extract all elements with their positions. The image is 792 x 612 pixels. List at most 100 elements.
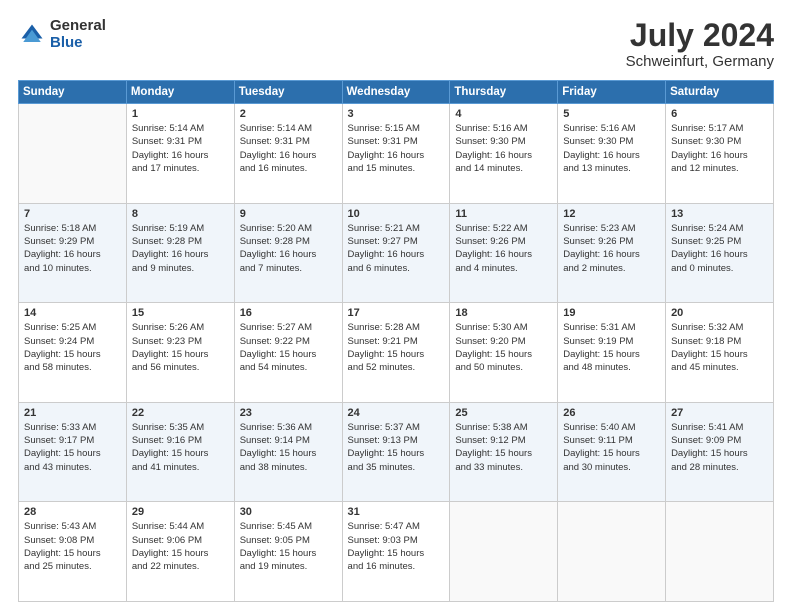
calendar-cell: 14 Sunrise: 5:25 AM Sunset: 9:24 PM Dayli… <box>19 303 127 403</box>
day-number: 22 <box>132 407 229 419</box>
calendar-cell: 23 Sunrise: 5:36 AM Sunset: 9:14 PM Dayli… <box>234 402 342 502</box>
weekday-header: Sunday <box>19 81 127 104</box>
calendar-cell: 1 Sunrise: 5:14 AM Sunset: 9:31 PM Daylig… <box>126 104 234 204</box>
calendar-cell: 2 Sunrise: 5:14 AM Sunset: 9:31 PM Daylig… <box>234 104 342 204</box>
logo-text: General Blue <box>50 18 106 51</box>
day-number: 29 <box>132 506 229 518</box>
calendar-cell <box>666 502 774 602</box>
calendar-cell: 30 Sunrise: 5:45 AM Sunset: 9:05 PM Dayli… <box>234 502 342 602</box>
calendar-cell: 29 Sunrise: 5:44 AM Sunset: 9:06 PM Dayli… <box>126 502 234 602</box>
logo-blue: Blue <box>50 35 106 52</box>
day-number: 10 <box>348 208 445 220</box>
day-number: 11 <box>455 208 552 220</box>
day-number: 2 <box>240 108 337 120</box>
calendar-cell: 15 Sunrise: 5:26 AM Sunset: 9:23 PM Dayli… <box>126 303 234 403</box>
day-info: Sunrise: 5:14 AM Sunset: 9:31 PM Dayligh… <box>240 122 337 175</box>
day-number: 8 <box>132 208 229 220</box>
day-number: 26 <box>563 407 660 419</box>
day-info: Sunrise: 5:24 AM Sunset: 9:25 PM Dayligh… <box>671 222 768 275</box>
day-number: 18 <box>455 307 552 319</box>
day-info: Sunrise: 5:30 AM Sunset: 9:20 PM Dayligh… <box>455 321 552 374</box>
day-info: Sunrise: 5:20 AM Sunset: 9:28 PM Dayligh… <box>240 222 337 275</box>
day-number: 24 <box>348 407 445 419</box>
weekday-header: Thursday <box>450 81 558 104</box>
calendar-cell: 22Sunrise: 5:35 AM Sunset: 9:16 PM Dayli… <box>126 402 234 502</box>
day-number: 31 <box>348 506 445 518</box>
day-info: Sunrise: 5:21 AM Sunset: 9:27 PM Dayligh… <box>348 222 445 275</box>
calendar-cell <box>558 502 666 602</box>
calendar-cell: 5Sunrise: 5:16 AM Sunset: 9:30 PM Daylig… <box>558 104 666 204</box>
day-info: Sunrise: 5:41 AM Sunset: 9:09 PM Dayligh… <box>671 421 768 474</box>
page: General Blue July 2024 Schweinfurt, Germ… <box>0 0 792 612</box>
day-info: Sunrise: 5:33 AM Sunset: 9:17 PM Dayligh… <box>24 421 121 474</box>
calendar-cell: 21 Sunrise: 5:33 AM Sunset: 9:17 PM Dayli… <box>19 402 127 502</box>
calendar-cell: 13Sunrise: 5:24 AM Sunset: 9:25 PM Dayli… <box>666 203 774 303</box>
day-number: 30 <box>240 506 337 518</box>
calendar-cell: 18 Sunrise: 5:30 AM Sunset: 9:20 PM Dayli… <box>450 303 558 403</box>
calendar-cell: 24 Sunrise: 5:37 AM Sunset: 9:13 PM Dayli… <box>342 402 450 502</box>
calendar-week-row: 14 Sunrise: 5:25 AM Sunset: 9:24 PM Dayli… <box>19 303 774 403</box>
day-number: 1 <box>132 108 229 120</box>
day-info: Sunrise: 5:17 AM Sunset: 9:30 PM Dayligh… <box>671 122 768 175</box>
day-number: 27 <box>671 407 768 419</box>
calendar-cell: 12Sunrise: 5:23 AM Sunset: 9:26 PM Dayli… <box>558 203 666 303</box>
calendar-table: SundayMondayTuesdayWednesdayThursdayFrid… <box>18 80 774 602</box>
day-number: 6 <box>671 108 768 120</box>
weekday-header: Tuesday <box>234 81 342 104</box>
calendar-week-row: 28Sunrise: 5:43 AM Sunset: 9:08 PM Dayli… <box>19 502 774 602</box>
day-number: 20 <box>671 307 768 319</box>
day-number: 9 <box>240 208 337 220</box>
calendar-header-row: SundayMondayTuesdayWednesdayThursdayFrid… <box>19 81 774 104</box>
weekday-header: Monday <box>126 81 234 104</box>
day-number: 3 <box>348 108 445 120</box>
day-info: Sunrise: 5:16 AM Sunset: 9:30 PM Dayligh… <box>455 122 552 175</box>
logo-general: General <box>50 18 106 35</box>
logo-icon <box>18 21 46 49</box>
title-block: July 2024 Schweinfurt, Germany <box>626 18 774 70</box>
day-number: 15 <box>132 307 229 319</box>
weekday-header: Wednesday <box>342 81 450 104</box>
day-info: Sunrise: 5:36 AM Sunset: 9:14 PM Dayligh… <box>240 421 337 474</box>
calendar-cell: 11Sunrise: 5:22 AM Sunset: 9:26 PM Dayli… <box>450 203 558 303</box>
day-info: Sunrise: 5:28 AM Sunset: 9:21 PM Dayligh… <box>348 321 445 374</box>
calendar-cell: 19Sunrise: 5:31 AM Sunset: 9:19 PM Dayli… <box>558 303 666 403</box>
calendar-cell: 8 Sunrise: 5:19 AM Sunset: 9:28 PM Daylig… <box>126 203 234 303</box>
calendar-week-row: 1 Sunrise: 5:14 AM Sunset: 9:31 PM Daylig… <box>19 104 774 204</box>
day-info: Sunrise: 5:44 AM Sunset: 9:06 PM Dayligh… <box>132 520 229 573</box>
calendar-cell: 31 Sunrise: 5:47 AM Sunset: 9:03 PM Dayli… <box>342 502 450 602</box>
day-info: Sunrise: 5:14 AM Sunset: 9:31 PM Dayligh… <box>132 122 229 175</box>
calendar-cell: 20 Sunrise: 5:32 AM Sunset: 9:18 PM Dayli… <box>666 303 774 403</box>
calendar-cell <box>19 104 127 204</box>
day-number: 5 <box>563 108 660 120</box>
header: General Blue July 2024 Schweinfurt, Germ… <box>18 18 774 70</box>
day-info: Sunrise: 5:25 AM Sunset: 9:24 PM Dayligh… <box>24 321 121 374</box>
day-number: 23 <box>240 407 337 419</box>
day-number: 17 <box>348 307 445 319</box>
calendar-cell: 4Sunrise: 5:16 AM Sunset: 9:30 PM Daylig… <box>450 104 558 204</box>
day-info: Sunrise: 5:37 AM Sunset: 9:13 PM Dayligh… <box>348 421 445 474</box>
weekday-header: Friday <box>558 81 666 104</box>
subtitle: Schweinfurt, Germany <box>626 53 774 70</box>
calendar-week-row: 21 Sunrise: 5:33 AM Sunset: 9:17 PM Dayli… <box>19 402 774 502</box>
calendar-cell: 7Sunrise: 5:18 AM Sunset: 9:29 PM Daylig… <box>19 203 127 303</box>
day-number: 21 <box>24 407 121 419</box>
calendar-cell: 6 Sunrise: 5:17 AM Sunset: 9:30 PM Daylig… <box>666 104 774 204</box>
day-number: 19 <box>563 307 660 319</box>
day-info: Sunrise: 5:32 AM Sunset: 9:18 PM Dayligh… <box>671 321 768 374</box>
calendar-cell: 10 Sunrise: 5:21 AM Sunset: 9:27 PM Dayli… <box>342 203 450 303</box>
day-number: 28 <box>24 506 121 518</box>
day-number: 14 <box>24 307 121 319</box>
day-info: Sunrise: 5:38 AM Sunset: 9:12 PM Dayligh… <box>455 421 552 474</box>
day-info: Sunrise: 5:45 AM Sunset: 9:05 PM Dayligh… <box>240 520 337 573</box>
day-info: Sunrise: 5:15 AM Sunset: 9:31 PM Dayligh… <box>348 122 445 175</box>
day-info: Sunrise: 5:19 AM Sunset: 9:28 PM Dayligh… <box>132 222 229 275</box>
day-info: Sunrise: 5:27 AM Sunset: 9:22 PM Dayligh… <box>240 321 337 374</box>
weekday-header: Saturday <box>666 81 774 104</box>
calendar-cell <box>450 502 558 602</box>
calendar-cell: 17 Sunrise: 5:28 AM Sunset: 9:21 PM Dayli… <box>342 303 450 403</box>
calendar-cell: 27 Sunrise: 5:41 AM Sunset: 9:09 PM Dayli… <box>666 402 774 502</box>
calendar-week-row: 7Sunrise: 5:18 AM Sunset: 9:29 PM Daylig… <box>19 203 774 303</box>
day-info: Sunrise: 5:26 AM Sunset: 9:23 PM Dayligh… <box>132 321 229 374</box>
calendar-cell: 28Sunrise: 5:43 AM Sunset: 9:08 PM Dayli… <box>19 502 127 602</box>
day-info: Sunrise: 5:47 AM Sunset: 9:03 PM Dayligh… <box>348 520 445 573</box>
